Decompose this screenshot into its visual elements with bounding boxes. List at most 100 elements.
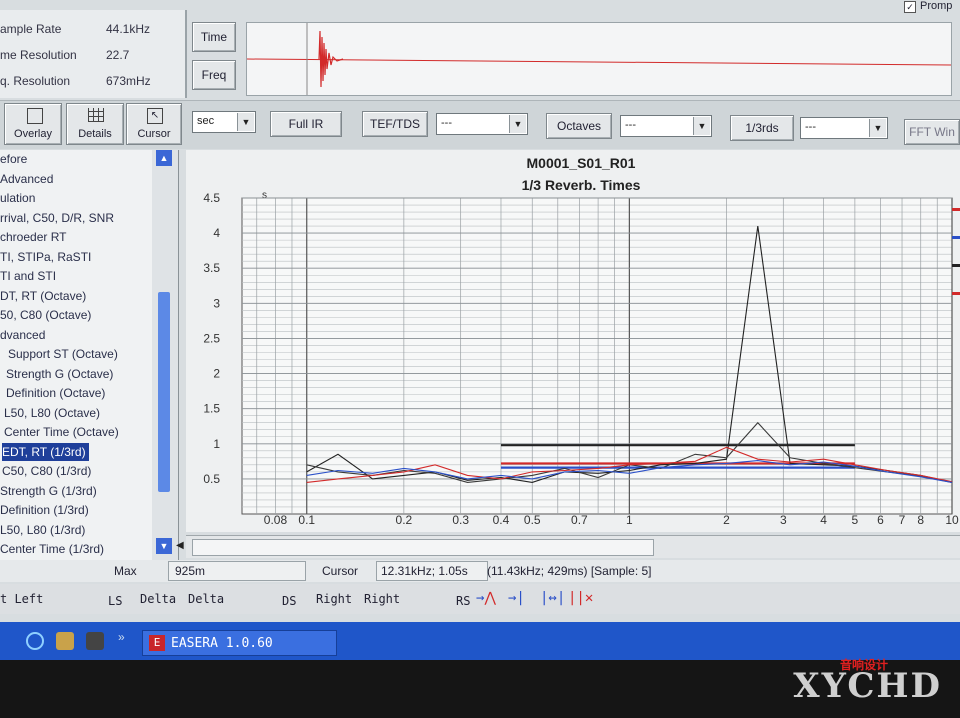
tree-item[interactable]: EDT, RT (1/3rd): [2, 442, 89, 461]
info-value: 44.1kHz: [106, 22, 151, 36]
right-label-b: Right: [364, 592, 401, 606]
plot-hscrollbar[interactable]: ◀: [176, 535, 960, 558]
octaves-button[interactable]: Octaves: [546, 113, 612, 139]
impulse-waveform[interactable]: [246, 22, 952, 96]
legend-marker-red-2: [952, 292, 960, 295]
freq-button[interactable]: Freq: [192, 60, 236, 90]
hscroll-thumb[interactable]: [192, 539, 654, 556]
tree-scrollbar[interactable]: ▲ ▼: [152, 150, 178, 560]
unit-select[interactable]: sec ▼: [192, 111, 256, 133]
tree-item[interactable]: TI and STI: [0, 267, 56, 285]
tree-item[interactable]: efore: [0, 150, 27, 168]
x-tick-label: 0.2: [396, 513, 413, 527]
thirds-select-value: ---: [805, 121, 816, 133]
prompt-option[interactable]: ✓ Promp: [902, 0, 960, 14]
clear-markers-icon[interactable]: ||✕: [568, 590, 593, 606]
y-tick-label: 2.5: [203, 331, 220, 345]
expand-range-icon[interactable]: |↔|: [540, 590, 565, 606]
tef-select[interactable]: --- ▼: [436, 113, 528, 135]
tree-item[interactable]: TI, STIPa, RaSTI: [0, 248, 91, 266]
chart-subtitle: 1/3 Reverb. Times: [522, 177, 641, 193]
unit-select-value: sec: [197, 115, 215, 127]
y-tick-label: 0.5: [203, 472, 220, 486]
tree-item[interactable]: Center Time (1/3rd): [0, 540, 104, 558]
app-icon[interactable]: [86, 632, 104, 650]
thirds-button[interactable]: 1/3rds: [730, 115, 794, 141]
info-label: me Resolution: [0, 48, 77, 62]
chevron-down-icon: ▼: [237, 113, 254, 131]
tree-item[interactable]: Strength G (Octave): [6, 365, 113, 383]
thirds-select[interactable]: --- ▼: [800, 117, 888, 139]
plot-panel[interactable]: M0001_S01_R01 1/3 Reverb. Times s 0.5 1 1.…: [186, 150, 960, 532]
chevron-down-icon: ▼: [869, 119, 886, 137]
ls-label: LS: [108, 594, 123, 608]
y-tick-label: 3: [213, 296, 220, 310]
chevron-down-icon: ▼: [509, 115, 526, 133]
taskbar-item-easera[interactable]: E EASERA 1.0.60: [142, 630, 337, 656]
x-tick-label: 0.3: [452, 513, 469, 527]
marker-to-peak-icon[interactable]: →⋀: [476, 590, 496, 606]
tree-item[interactable]: Support ST (Octave): [8, 345, 118, 363]
y-tick-label: 1: [213, 437, 220, 451]
tree-item[interactable]: chroeder RT: [0, 228, 66, 246]
tree-item[interactable]: L50, L80 (Octave): [4, 404, 100, 422]
info-value: 673mHz: [106, 74, 151, 88]
cursor-button[interactable]: ↖ Cursor: [126, 103, 182, 145]
info-row-freq-resolution: q. Resolution 673mHz: [0, 68, 185, 94]
media-icon[interactable]: [56, 632, 74, 650]
prompt-checkbox[interactable]: ✓: [904, 1, 916, 13]
x-tick-label: 8: [917, 513, 924, 527]
waveform-impulse: [318, 30, 344, 88]
time-button[interactable]: Time: [192, 22, 236, 52]
x-tick-label: 7: [899, 513, 906, 527]
max-value: 925m: [168, 561, 306, 581]
x-tick-label: 10: [945, 513, 959, 527]
x-tick-label: 1: [626, 513, 633, 527]
scroll-up-icon[interactable]: ▲: [156, 150, 172, 166]
tree-item[interactable]: dvanced: [0, 326, 45, 344]
tree-item[interactable]: Center Time (Octave): [4, 423, 119, 441]
watermark-logo: XYCHD: [793, 666, 942, 706]
full-ir-button[interactable]: Full IR: [270, 111, 342, 137]
cursor-label: Cursor: [322, 564, 359, 578]
scroll-left-icon[interactable]: ◀: [176, 540, 184, 551]
legend-marker-blue: [952, 236, 960, 239]
tree-item[interactable]: L50, L80 (1/3rd): [0, 521, 85, 539]
tree-item[interactable]: ulation: [0, 189, 35, 207]
tree-item[interactable]: Strength G (1/3rd): [0, 482, 97, 500]
scroll-down-icon[interactable]: ▼: [156, 538, 172, 554]
octaves-select[interactable]: --- ▼: [620, 115, 712, 137]
tree-item[interactable]: DT, RT (Octave): [0, 287, 86, 305]
tree-item[interactable]: Advanced: [0, 170, 53, 188]
tree-item[interactable]: 50, C80 (Octave): [0, 306, 91, 324]
fft-window-button[interactable]: FFT Win: [904, 119, 960, 145]
details-label: Details: [78, 128, 112, 140]
cursor-value: 12.31kHz; 1.05s: [376, 561, 488, 581]
info-value: 22.7: [106, 48, 130, 62]
right-label-a: Right: [316, 592, 353, 606]
chevron-right-icon[interactable]: »: [118, 630, 125, 644]
cursor-extra: (11.43kHz; 429ms) [Sample: 5]: [487, 564, 652, 578]
ie-icon[interactable]: [26, 632, 44, 650]
taskbar-item-label: EASERA 1.0.60: [171, 636, 273, 651]
toolbar: Overlay Details ↖ Cursor sec ▼ Full IR T…: [0, 100, 960, 149]
reverb-chart[interactable]: M0001_S01_R01 1/3 Reverb. Times s 0.511.…: [186, 150, 960, 532]
x-tick-label: 0.4: [493, 513, 510, 527]
legend-marker-black: [952, 264, 960, 267]
details-button[interactable]: Details: [66, 103, 124, 145]
tree-item[interactable]: C50, C80 (1/3rd): [2, 462, 91, 480]
marker-to-end-icon[interactable]: →|: [508, 590, 525, 606]
tree-item[interactable]: rrival, C50, D/R, SNR: [0, 209, 114, 227]
info-label: ample Rate: [0, 22, 62, 36]
y-tick-label: 2: [213, 367, 220, 381]
chart-title: M0001_S01_R01: [527, 155, 636, 171]
scroll-thumb[interactable]: [158, 292, 170, 492]
x-tick-label: 5: [852, 513, 859, 527]
x-tick-label: 0.5: [524, 513, 541, 527]
tef-tds-button[interactable]: TEF/TDS: [362, 111, 428, 137]
details-grid-icon: [88, 108, 104, 122]
tree-item[interactable]: Definition (Octave): [6, 384, 105, 402]
tree-item[interactable]: Definition (1/3rd): [0, 501, 89, 519]
rs-label: RS: [456, 594, 471, 608]
overlay-button[interactable]: Overlay: [4, 103, 62, 145]
